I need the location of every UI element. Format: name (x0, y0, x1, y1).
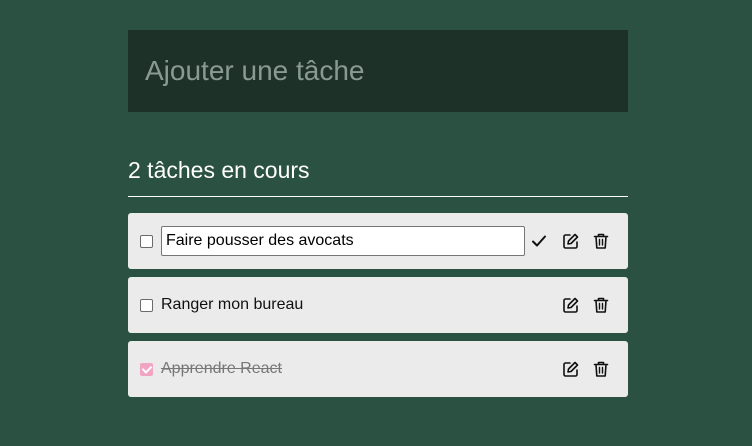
task-checkbox[interactable] (140, 234, 153, 248)
pencil-square-icon[interactable] (562, 360, 580, 378)
pencil-square-icon[interactable] (562, 296, 580, 314)
task-label: Apprendre React (161, 360, 282, 377)
task-label: Ranger mon bureau (161, 296, 304, 313)
task-item: Apprendre React (128, 341, 628, 397)
task-checkbox[interactable] (140, 362, 153, 376)
check-icon[interactable] (530, 232, 548, 250)
task-actions (562, 341, 610, 397)
task-item (128, 213, 628, 269)
task-item: Ranger mon bureau (128, 277, 628, 333)
todo-app: 2 tâches en cours Ranger mon bureau (128, 30, 628, 405)
pencil-square-icon[interactable] (562, 232, 580, 250)
task-checkbox[interactable] (140, 298, 153, 312)
trash-icon[interactable] (592, 296, 610, 314)
task-edit-input[interactable] (161, 226, 525, 256)
task-actions (562, 213, 610, 269)
add-task-input[interactable] (128, 30, 628, 112)
tasks-remaining-heading: 2 tâches en cours (128, 157, 628, 197)
trash-icon[interactable] (592, 360, 610, 378)
task-actions (562, 277, 610, 333)
trash-icon[interactable] (592, 232, 610, 250)
task-list: Ranger mon bureau Apprendre React (128, 213, 628, 397)
